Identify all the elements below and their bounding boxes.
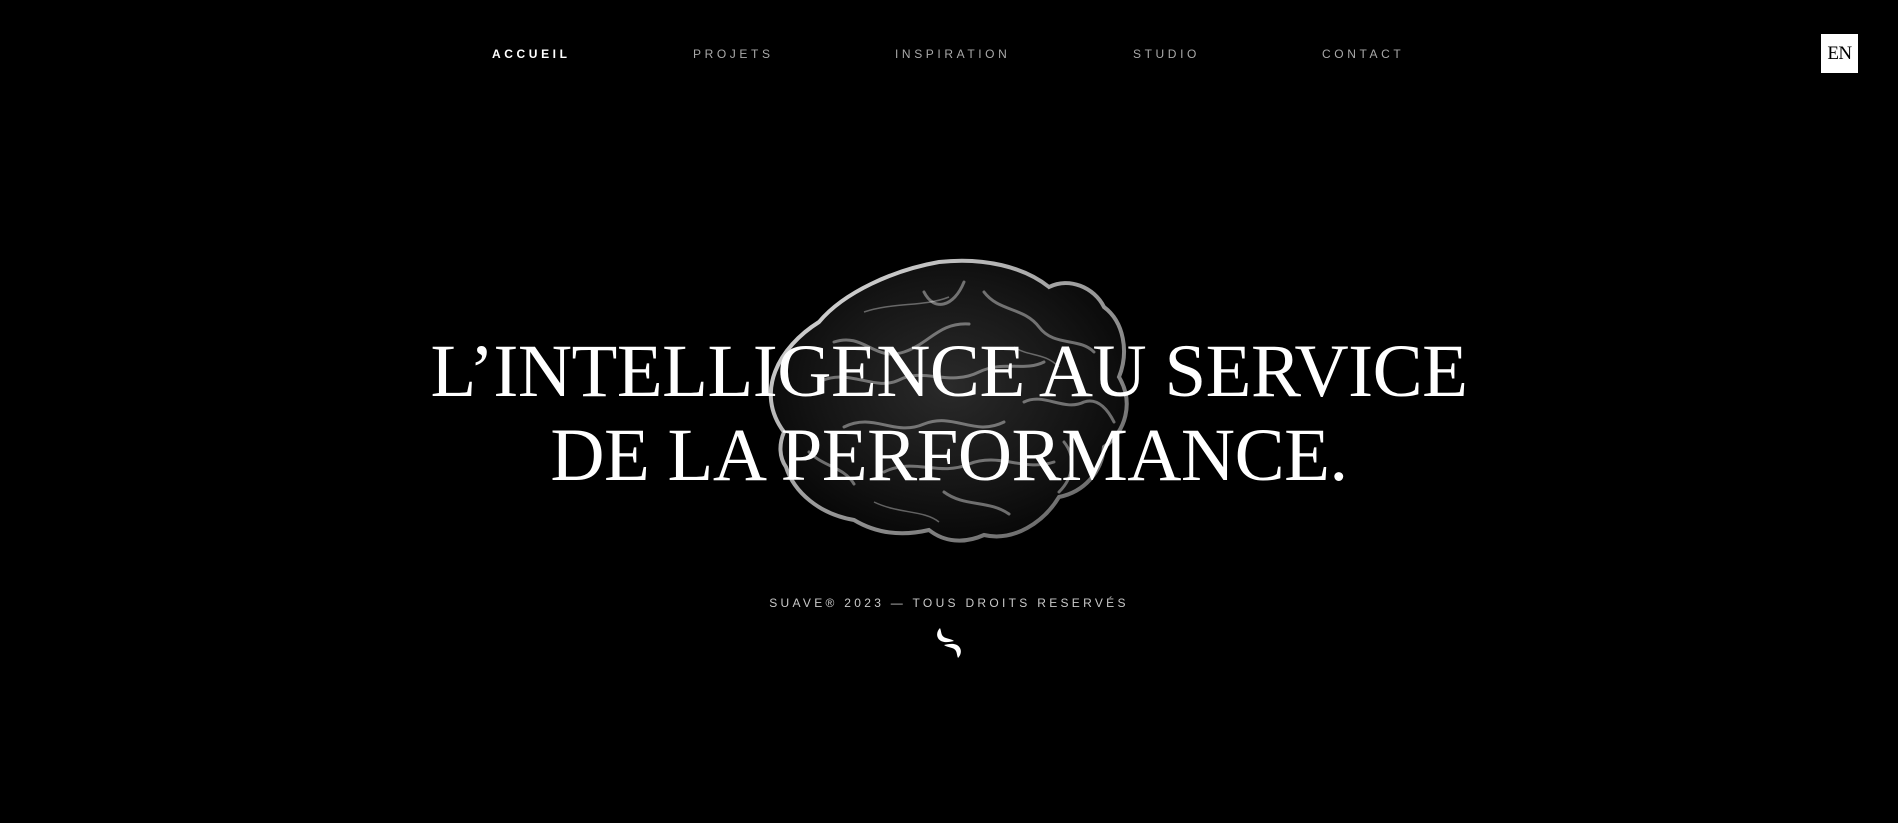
nav-item-contact[interactable]: CONTACT [1322, 47, 1404, 61]
hero-headline-line-1: L’INTELLIGENCE AU SERVICE [430, 330, 1468, 413]
nav-item-accueil[interactable]: ACCUEIL [492, 47, 571, 61]
nav-item-inspiration[interactable]: INSPIRATION [895, 47, 1010, 61]
suave-logo-icon[interactable] [932, 626, 966, 660]
copyright-text: SUAVE® 2023 — TOUS DROITS RESERVÉS [769, 596, 1129, 610]
nav-item-projets[interactable]: PROJETS [693, 47, 774, 61]
hero-headline: L’INTELLIGENCE AU SERVICE DE LA PERFORMA… [0, 330, 1898, 498]
nav-item-studio[interactable]: STUDIO [1133, 47, 1200, 61]
language-toggle-button[interactable]: EN [1821, 34, 1858, 73]
main-nav: ACCUEIL PROJETS INSPIRATION STUDIO CONTA… [0, 47, 1898, 63]
hero-headline-line-2: DE LA PERFORMANCE. [550, 414, 1348, 497]
